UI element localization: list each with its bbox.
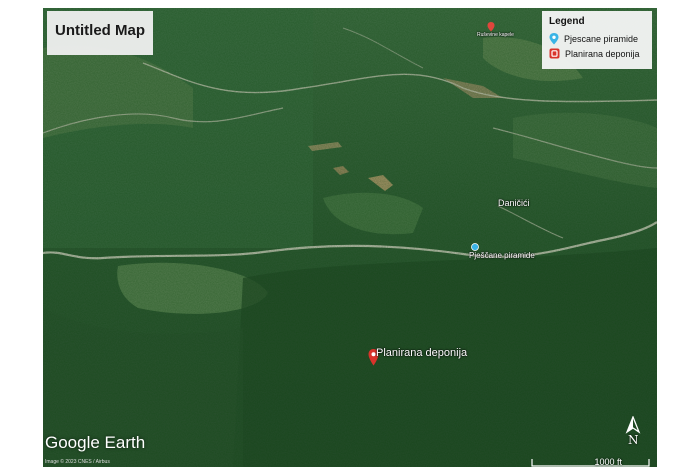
legend-item: Planirana deponija bbox=[549, 46, 645, 61]
map-title: Untitled Map bbox=[55, 22, 145, 39]
poi-pin-icon[interactable] bbox=[487, 22, 495, 32]
north-arrow-icon bbox=[625, 415, 641, 434]
legend-heading: Legend bbox=[549, 16, 585, 27]
map-title-box: Untitled Map bbox=[47, 11, 153, 55]
scale-bar: 1000 ft bbox=[531, 457, 650, 467]
place-label-danicici: Daničići bbox=[498, 198, 530, 208]
place-label-planirana-deponija: Planirana deponija bbox=[376, 347, 468, 359]
legend-item: Pjescane piramide bbox=[549, 31, 645, 46]
blue-pin-icon bbox=[549, 32, 559, 44]
imagery-attribution: Image © 2023 CNES / Airbus bbox=[45, 459, 110, 465]
red-square-marker-icon bbox=[549, 48, 560, 59]
poi-label: Ruševine kapele bbox=[477, 32, 514, 38]
pjescane-piramide-marker-icon[interactable] bbox=[471, 243, 479, 251]
map-view[interactable]: Untitled Map Legend Pjescane piramide Pl… bbox=[43, 8, 657, 467]
satellite-imagery bbox=[43, 8, 657, 467]
google-earth-logo: Google Earth bbox=[45, 433, 146, 452]
place-label-pjescane-piramide: Pješčane piramide bbox=[469, 251, 535, 260]
scale-bar-line bbox=[531, 459, 650, 467]
scale-label: 1000 ft bbox=[594, 457, 622, 467]
north-label: N bbox=[628, 433, 639, 447]
legend-item-label: Pjescane piramide bbox=[564, 33, 639, 44]
north-arrow: N bbox=[623, 415, 643, 456]
legend: Legend Pjescane piramide Planirana depon… bbox=[542, 11, 652, 69]
legend-item-label: Planirana deponija bbox=[565, 48, 640, 59]
